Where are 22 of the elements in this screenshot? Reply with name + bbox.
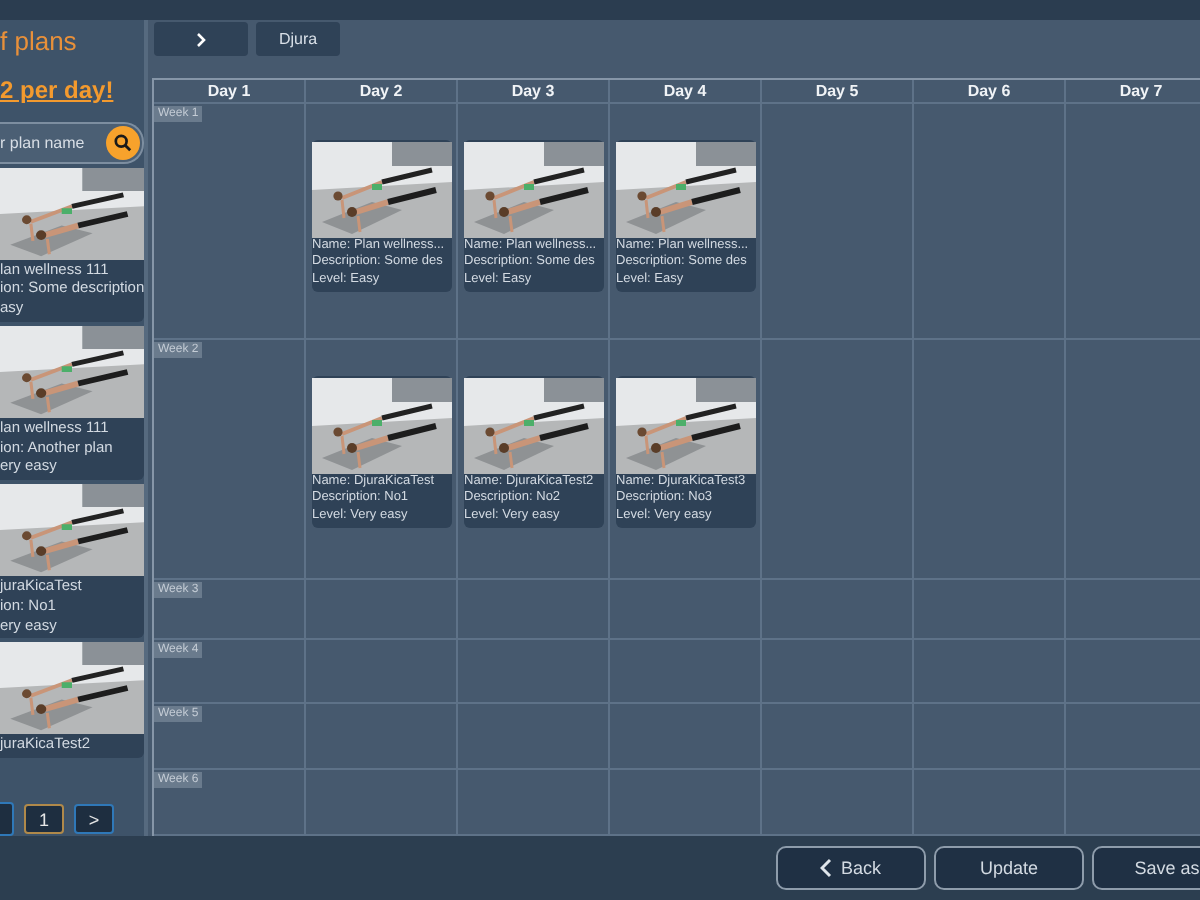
day-header: Day 1	[154, 80, 306, 104]
back-button[interactable]: Back	[776, 846, 926, 890]
day-header: Day 7	[1066, 80, 1200, 104]
plan-limit-link[interactable]: 2 per day!	[0, 76, 144, 104]
page-button[interactable]: 1	[24, 804, 64, 834]
update-button[interactable]: Update	[934, 846, 1084, 890]
day-header: Day 4	[610, 80, 762, 104]
chevron-left-icon	[820, 858, 833, 878]
day-header: Day 2	[306, 80, 458, 104]
search-bar[interactable]: r plan name	[0, 122, 144, 163]
user-button[interactable]: Djura	[256, 22, 340, 56]
chevron-right-icon	[196, 31, 206, 47]
save-button[interactable]: Save as	[1092, 846, 1200, 890]
previous-page-button[interactable]	[0, 802, 14, 836]
day-header: Day 3	[458, 80, 610, 104]
sidebar-title: f plans	[0, 26, 79, 56]
day-header: Day 5	[762, 80, 914, 104]
search-button[interactable]	[106, 125, 140, 160]
search-field[interactable]: r plan name	[0, 133, 96, 152]
search-icon	[114, 133, 132, 152]
day-header: Day 6	[914, 80, 1066, 104]
page-button[interactable]: >	[74, 804, 114, 834]
